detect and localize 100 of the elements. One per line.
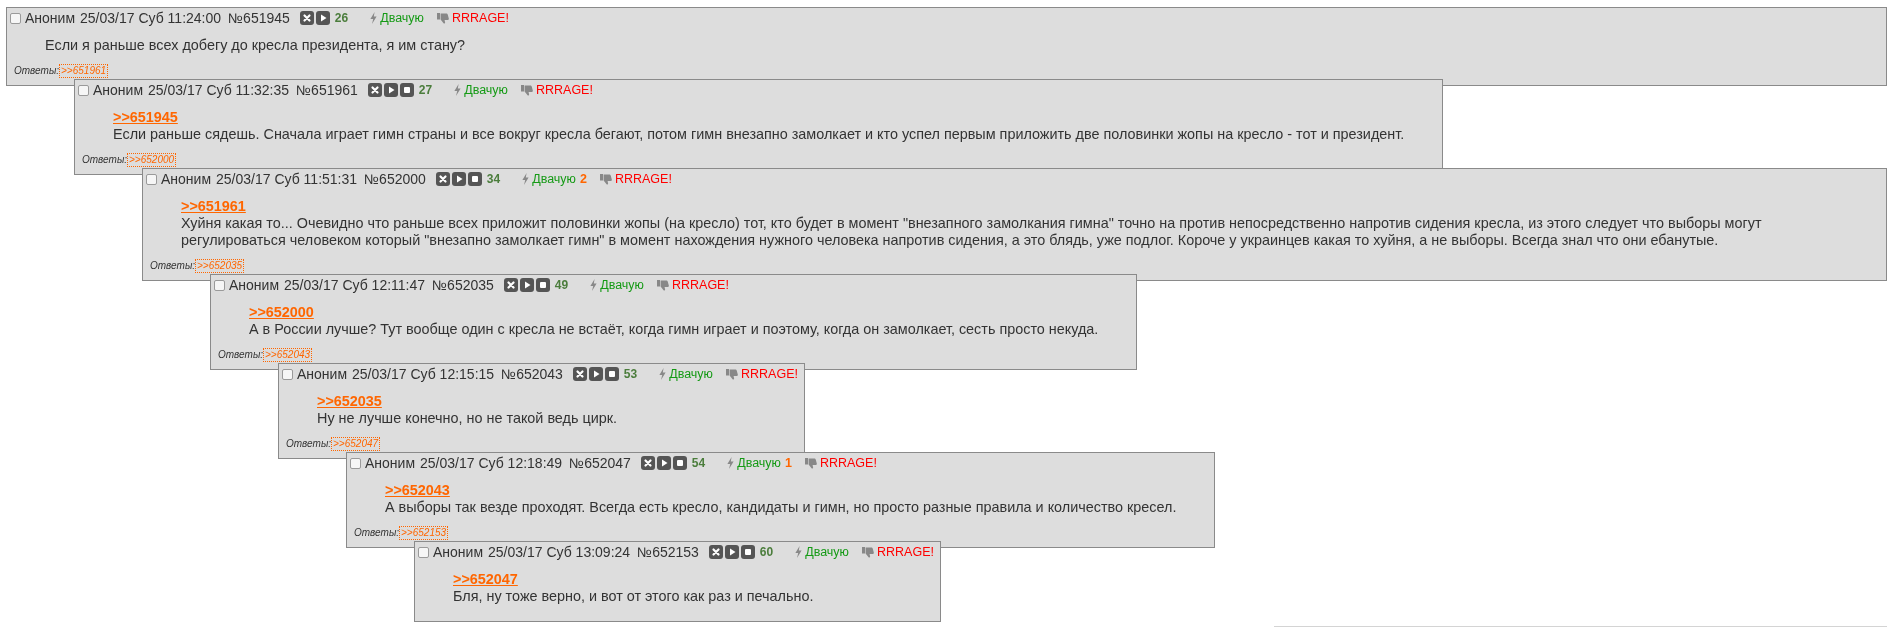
post-number[interactable]: №651945 bbox=[228, 9, 290, 27]
dislike-button[interactable]: RRRAGE! bbox=[862, 543, 934, 561]
thumbs-down-icon bbox=[599, 173, 612, 185]
play-icon[interactable] bbox=[451, 172, 466, 186]
like-button[interactable]: Двачую bbox=[370, 9, 424, 27]
post-number[interactable]: №652153 bbox=[637, 543, 699, 561]
dislike-button[interactable]: RRRAGE! bbox=[599, 170, 672, 188]
post-text: А в России лучше? Тут вообще один с кресла не встаёт, когда гимн играет и поэтому, когда он замолкает, сесть просто некуда. bbox=[249, 321, 1099, 338]
post-date: 25/03/17 Суб 11:51:31 bbox=[216, 170, 358, 188]
like-button[interactable]: Двачую bbox=[795, 543, 849, 561]
dislike-button[interactable]: RRRAGE! bbox=[656, 276, 729, 294]
like-button[interactable]: Двачую bbox=[522, 170, 576, 188]
post-ordinal: 60 bbox=[759, 544, 774, 561]
like-button[interactable]: Двачую bbox=[727, 454, 781, 472]
replies-label: Ответы: bbox=[150, 260, 196, 272]
post-date: 25/03/17 Суб 12:18:49 bbox=[420, 454, 563, 472]
reply-link[interactable]: >>652043 bbox=[263, 348, 313, 362]
post-author: Аноним bbox=[93, 81, 144, 99]
post-author: Аноним bbox=[25, 9, 76, 27]
post-checkbox[interactable] bbox=[78, 84, 89, 96]
lightning-icon bbox=[370, 12, 378, 24]
post-author: Аноним bbox=[433, 543, 484, 561]
close-icon[interactable] bbox=[299, 11, 314, 25]
play-icon[interactable] bbox=[315, 11, 330, 25]
post-checkbox[interactable] bbox=[10, 12, 21, 24]
like-count: 1 bbox=[785, 455, 792, 472]
dislike-button[interactable]: RRRAGE! bbox=[726, 365, 798, 383]
reply-link[interactable]: >>652000 bbox=[127, 153, 177, 167]
close-icon[interactable] bbox=[367, 83, 382, 97]
thumbs-down-icon bbox=[862, 546, 874, 558]
replies-label: Ответы: bbox=[14, 65, 60, 77]
post-text: А выборы так везде проходят. Всегда есть кресло, кандидаты и гимн, но просто разные правила и количество кресел. bbox=[385, 499, 1177, 516]
post-author: Аноним bbox=[161, 170, 212, 188]
post-date: 25/03/17 Суб 12:11:47 bbox=[284, 276, 426, 294]
post-author: Аноним bbox=[297, 365, 348, 383]
post-checkbox[interactable] bbox=[418, 546, 429, 558]
stop-icon[interactable] bbox=[467, 172, 482, 186]
post-ordinal: 34 bbox=[486, 171, 501, 188]
reply-link[interactable]: >>652035 bbox=[195, 259, 245, 273]
post-date: 25/03/17 Суб 12:15:15 bbox=[352, 365, 495, 383]
thumbs-down-icon bbox=[726, 368, 738, 380]
post-date: 25/03/17 Суб 11:32:35 bbox=[148, 81, 290, 99]
replies-label: Ответы: bbox=[82, 154, 128, 166]
post-checkbox[interactable] bbox=[350, 457, 361, 469]
post-number[interactable]: №652035 bbox=[432, 276, 494, 294]
quote-link[interactable]: >>652047 bbox=[453, 571, 518, 588]
post-ordinal: 53 bbox=[623, 366, 638, 383]
stop-icon[interactable] bbox=[672, 456, 687, 470]
play-icon[interactable] bbox=[656, 456, 671, 470]
quote-link[interactable]: >>652035 bbox=[317, 393, 382, 410]
reply-link[interactable]: >>652153 bbox=[399, 526, 449, 540]
play-icon[interactable] bbox=[383, 83, 398, 97]
stop-icon[interactable] bbox=[604, 367, 619, 381]
close-icon[interactable] bbox=[640, 456, 655, 470]
quote-link[interactable]: >>652043 bbox=[385, 482, 450, 499]
close-icon[interactable] bbox=[503, 278, 518, 292]
post-ordinal: 54 bbox=[691, 455, 706, 472]
close-icon[interactable] bbox=[708, 545, 723, 559]
post-text: Ну не лучше конечно, но не такой ведь цирк. bbox=[317, 410, 619, 427]
play-icon[interactable] bbox=[519, 278, 534, 292]
post-author: Аноним bbox=[365, 454, 416, 472]
like-count: 2 bbox=[579, 171, 587, 188]
play-icon[interactable] bbox=[588, 367, 603, 381]
stop-icon[interactable] bbox=[535, 278, 550, 292]
lightning-icon bbox=[522, 173, 530, 185]
quote-link[interactable]: >>651961 bbox=[181, 198, 246, 215]
post-date: 25/03/17 Суб 13:09:24 bbox=[488, 543, 631, 561]
reply-link[interactable]: >>651961 bbox=[59, 64, 109, 78]
close-icon[interactable] bbox=[572, 367, 587, 381]
dislike-button[interactable]: RRRAGE! bbox=[436, 9, 509, 27]
like-button[interactable]: Двачую bbox=[454, 81, 508, 99]
lightning-icon bbox=[727, 457, 735, 469]
post-ordinal: 26 bbox=[334, 10, 349, 27]
reply-link[interactable]: >>652047 bbox=[331, 437, 381, 451]
thumbs-down-icon bbox=[804, 457, 817, 469]
post-number[interactable]: №652000 bbox=[364, 170, 426, 188]
post-date: 25/03/17 Суб 11:24:00 bbox=[80, 9, 222, 27]
quote-link[interactable]: >>652000 bbox=[249, 304, 314, 321]
close-icon[interactable] bbox=[435, 172, 450, 186]
thumbs-down-icon bbox=[520, 84, 533, 96]
quote-link[interactable]: >>651945 bbox=[113, 109, 178, 126]
lightning-icon bbox=[590, 279, 598, 291]
stop-icon[interactable] bbox=[399, 83, 414, 97]
like-button[interactable]: Двачую bbox=[590, 276, 644, 294]
stop-icon[interactable] bbox=[740, 545, 755, 559]
post-checkbox[interactable] bbox=[214, 279, 225, 291]
play-icon[interactable] bbox=[724, 545, 739, 559]
thumbs-down-icon bbox=[436, 12, 449, 24]
dislike-button[interactable]: RRRAGE! bbox=[520, 81, 593, 99]
post-number[interactable]: №651961 bbox=[296, 81, 358, 99]
post-author: Аноним bbox=[229, 276, 280, 294]
replies-label: Ответы: bbox=[218, 349, 264, 361]
post-checkbox[interactable] bbox=[146, 173, 157, 185]
post-text: Хуйня какая то... Очевидно что раньше всех приложит половинки жопы (на кресло) тот, кто будет в момент "внезапного замолкания гимна" точно на против непосредственно напротив сидения кресла, из этого следует что выборы могут регулироваться человеком который "внезапно замолкает гимн" в момент нахождения нужного человека напротив сидения, а это блядь, уже подлог. Короче у украинцев какая то хуйня, а не выборы. Всегда знал что они ебанутые. bbox=[181, 215, 1763, 249]
dislike-button[interactable]: RRRAGE! bbox=[804, 454, 877, 472]
post-number[interactable]: №652043 bbox=[501, 365, 563, 383]
post-checkbox[interactable] bbox=[282, 368, 293, 380]
like-button[interactable]: Двачую bbox=[659, 365, 713, 383]
post-number[interactable]: №652047 bbox=[569, 454, 631, 472]
lightning-icon bbox=[454, 84, 462, 96]
